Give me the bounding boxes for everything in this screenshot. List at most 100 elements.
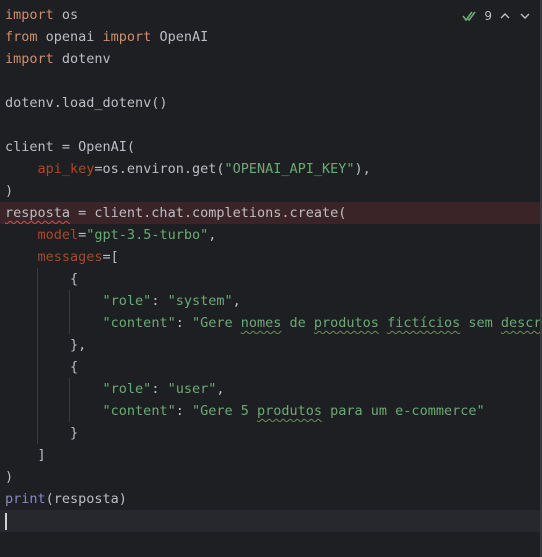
code-area[interactable]: import os from openai import OpenAI impo… bbox=[0, 4, 542, 532]
string-literal: "Gere 5 bbox=[191, 403, 257, 419]
param-name: messages bbox=[37, 249, 103, 265]
typo-word: descrição" bbox=[500, 315, 542, 331]
string-literal: sem bbox=[460, 315, 501, 331]
code-line-current[interactable] bbox=[0, 510, 542, 532]
code-text: { bbox=[70, 359, 79, 375]
string-literal: "role" bbox=[102, 293, 152, 309]
code-line[interactable] bbox=[0, 114, 542, 136]
variable-name: resposta bbox=[5, 205, 71, 221]
code-text: (resposta) bbox=[45, 491, 127, 507]
code-line[interactable]: ) bbox=[0, 180, 542, 202]
code-text: =os.environ.get( bbox=[94, 161, 225, 177]
code-line[interactable]: }, bbox=[0, 334, 542, 356]
code-line[interactable]: messages=[ bbox=[0, 246, 542, 268]
string-literal: "Gere bbox=[191, 315, 241, 331]
indent-guide bbox=[37, 312, 38, 334]
param-name: model bbox=[37, 227, 79, 243]
string-literal: "content" bbox=[102, 315, 176, 331]
code-line[interactable]: { bbox=[0, 268, 542, 290]
code-line-error-highlight[interactable]: resposta = client.chat.completions.creat… bbox=[0, 202, 542, 224]
string-literal: "content" bbox=[102, 403, 176, 419]
code-line[interactable]: model="gpt-3.5-turbo", bbox=[0, 224, 542, 246]
indent-guide bbox=[37, 290, 38, 312]
code-text: ), bbox=[354, 161, 371, 177]
code-line[interactable]: import dotenv bbox=[0, 48, 542, 70]
keyword: from bbox=[5, 29, 38, 45]
string-literal: "role" bbox=[102, 381, 152, 397]
code-line[interactable]: "role": "system", bbox=[0, 290, 542, 312]
indent-guide bbox=[37, 378, 38, 400]
indent-guide bbox=[69, 378, 70, 400]
code-text: , bbox=[232, 293, 241, 309]
typo-word: produtos bbox=[313, 315, 379, 331]
param-name: api_key bbox=[37, 161, 95, 177]
code-line[interactable]: "role": "user", bbox=[0, 378, 542, 400]
string-literal: "system" bbox=[167, 293, 233, 309]
string-literal: "user" bbox=[167, 381, 217, 397]
code-text: ) bbox=[5, 469, 14, 485]
code-line[interactable]: from openai import OpenAI bbox=[0, 26, 542, 48]
code-text: : bbox=[151, 381, 168, 397]
string-literal: para um e-commerce" bbox=[322, 403, 485, 419]
code-text: dotenv bbox=[53, 51, 111, 67]
code-line[interactable]: client = OpenAI( bbox=[0, 136, 542, 158]
code-text: : bbox=[175, 403, 192, 419]
indent-guide bbox=[69, 400, 70, 422]
indent-guide bbox=[37, 400, 38, 422]
chevron-up-icon[interactable] bbox=[498, 9, 512, 23]
string-literal bbox=[379, 315, 387, 331]
code-text: ] bbox=[37, 447, 46, 463]
string-literal: "OPENAI_API_KEY" bbox=[224, 161, 355, 177]
code-text: , bbox=[216, 381, 225, 397]
code-text: os bbox=[53, 7, 79, 23]
code-text: openai bbox=[37, 29, 103, 45]
indent-guide bbox=[37, 334, 38, 356]
code-line[interactable] bbox=[0, 70, 542, 92]
keyword: import bbox=[5, 7, 54, 23]
code-text: client = OpenAI( bbox=[5, 139, 136, 155]
code-line[interactable]: "content": "Gere 5 produtos para um e-co… bbox=[0, 400, 542, 422]
code-editor[interactable]: 9 import os from openai import OpenAI im… bbox=[0, 0, 542, 557]
keyword: import bbox=[5, 51, 54, 67]
code-text: OpenAI bbox=[151, 29, 209, 45]
code-text: = client.chat.completions.create( bbox=[70, 205, 347, 221]
string-literal: de bbox=[281, 315, 314, 331]
code-line[interactable]: { bbox=[0, 356, 542, 378]
inspection-count: 9 bbox=[484, 9, 492, 23]
indent-guide bbox=[69, 290, 70, 312]
builtin-function: print bbox=[5, 491, 46, 507]
code-line[interactable]: } bbox=[0, 422, 542, 444]
code-text: { bbox=[70, 271, 79, 287]
indent-guide bbox=[37, 268, 38, 290]
typo-word: produtos bbox=[257, 403, 323, 419]
code-text: }, bbox=[70, 337, 87, 353]
code-line[interactable]: ) bbox=[0, 466, 542, 488]
code-text: , bbox=[208, 227, 217, 243]
code-text: =[ bbox=[102, 249, 119, 265]
code-line[interactable]: api_key=os.environ.get("OPENAI_API_KEY")… bbox=[0, 158, 542, 180]
inspection-widget[interactable]: 9 bbox=[460, 7, 534, 25]
code-text: dotenv.load_dotenv() bbox=[5, 95, 168, 111]
code-text: } bbox=[70, 425, 79, 441]
typo-word: nomes bbox=[240, 315, 282, 331]
code-line[interactable]: "content": "Gere nomes de produtos fictí… bbox=[0, 312, 542, 334]
code-line[interactable]: dotenv.load_dotenv() bbox=[0, 92, 542, 114]
code-text: ) bbox=[5, 183, 14, 199]
double-check-icon bbox=[462, 10, 478, 22]
code-line[interactable]: ] bbox=[0, 444, 542, 466]
text-caret bbox=[5, 512, 7, 530]
code-text: : bbox=[175, 315, 192, 331]
indent-guide bbox=[37, 356, 38, 378]
code-line[interactable]: print(resposta) bbox=[0, 488, 542, 510]
chevron-down-icon[interactable] bbox=[518, 9, 532, 23]
string-literal: "gpt-3.5-turbo" bbox=[86, 227, 209, 243]
keyword: import bbox=[102, 29, 152, 45]
typo-word: fictícios bbox=[387, 315, 461, 331]
